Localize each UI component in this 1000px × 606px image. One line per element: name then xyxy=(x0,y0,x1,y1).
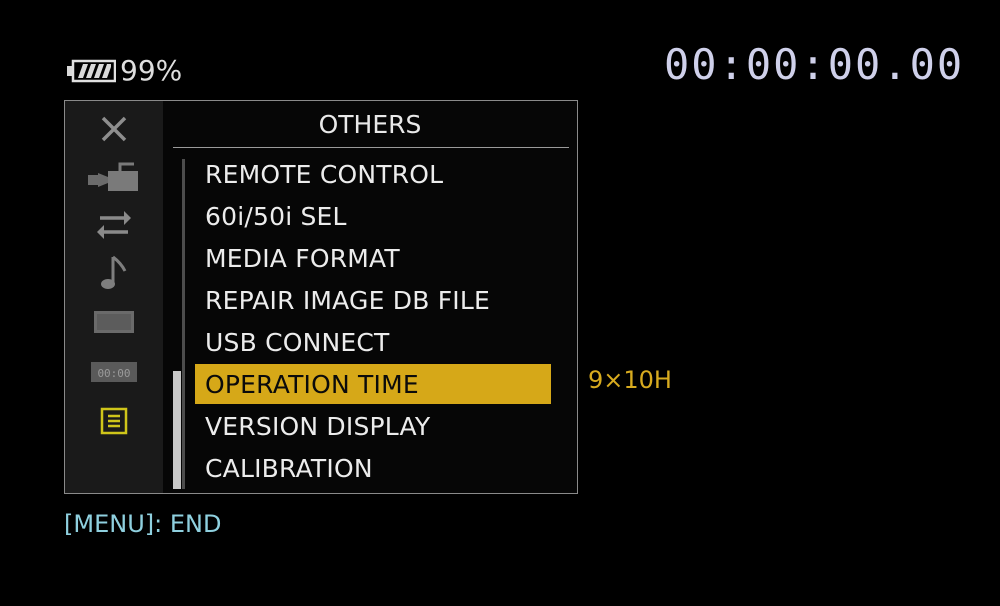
scrollbar-thumb[interactable] xyxy=(173,371,181,489)
menu-category-column: 00:00 xyxy=(65,101,163,493)
transfer-arrows-icon[interactable] xyxy=(65,205,163,245)
menu-item-media-format[interactable]: MEDIA FORMAT xyxy=(195,238,551,278)
menu-item-operation-time[interactable]: OPERATION TIME xyxy=(195,364,551,404)
menu-item-usb-connect[interactable]: USB CONNECT xyxy=(195,322,551,362)
timecode-icon-label: 00:00 xyxy=(97,367,130,380)
menu-end-hint: [MENU]: END xyxy=(64,510,222,538)
operation-time-value: 9×10H xyxy=(588,366,672,394)
menu-item-remote-control[interactable]: REMOTE CONTROL xyxy=(195,154,551,194)
menu-item-version-display[interactable]: VERSION DISPLAY xyxy=(195,406,551,446)
timecode-display: 00:00:00.00 xyxy=(664,40,965,89)
menu-item-60i-50i-sel[interactable]: 60i/50i SEL xyxy=(195,196,551,236)
camera-icon[interactable] xyxy=(65,159,163,197)
title-divider xyxy=(173,147,569,148)
menu-panel: 00:00 OTHERS REMOTE CONTROL 60i/50i SEL … xyxy=(64,100,578,494)
others-list-icon[interactable] xyxy=(65,403,163,439)
menu-item-repair-image-db-file[interactable]: REPAIR IMAGE DB FILE xyxy=(195,280,551,320)
battery-percent: 99% xyxy=(120,54,183,87)
menu-title: OTHERS xyxy=(318,109,422,139)
battery-indicator: 99% xyxy=(66,54,182,87)
audio-note-icon[interactable] xyxy=(65,251,163,295)
scrollbar-track[interactable] xyxy=(182,159,185,489)
menu-item-calibration[interactable]: CALIBRATION xyxy=(195,448,551,488)
timecode-icon[interactable]: 00:00 xyxy=(65,357,163,387)
display-icon[interactable] xyxy=(65,307,163,337)
close-icon[interactable] xyxy=(65,111,163,147)
battery-icon xyxy=(67,59,116,82)
